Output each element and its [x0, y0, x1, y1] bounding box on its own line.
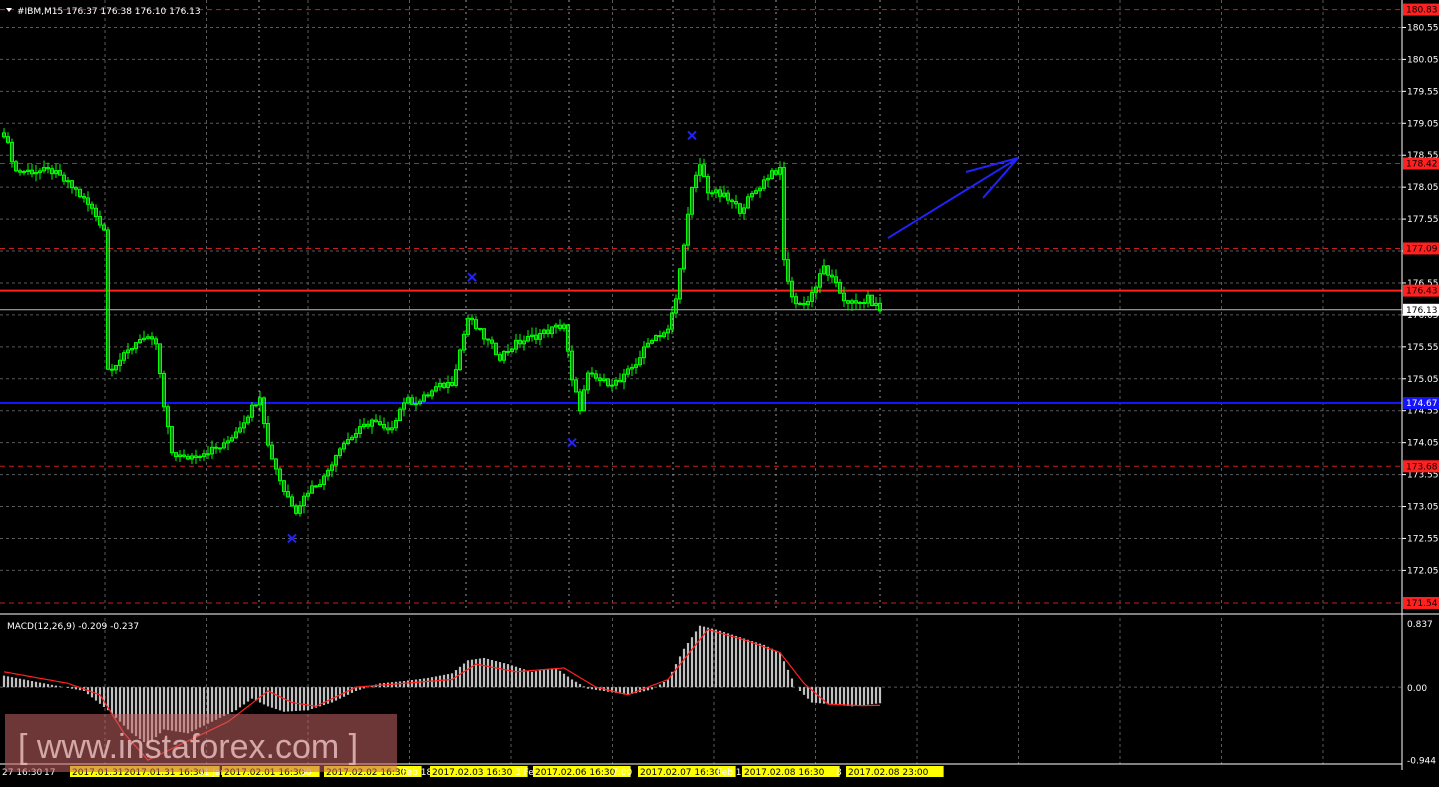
price-tag-label: 174.67: [1406, 399, 1438, 409]
macd-tick-label: -0.944: [1407, 757, 1436, 767]
price-tick-label: 172.05: [1407, 566, 1439, 576]
chart-canvas[interactable]: 0.837 0.00 -0.944 180.55 180.05 179.55 179.05…: [0, 0, 1439, 783]
time-label: 2017.02.06 16:30: [535, 768, 616, 778]
candle-body: [206, 453, 210, 456]
candle-body: [486, 338, 490, 341]
watermark-text: [ www.instaforex.com ]: [18, 728, 358, 766]
price-tick-label: 173.05: [1407, 503, 1439, 513]
candle-body: [658, 335, 662, 338]
price-tag-label: 171.54: [1406, 599, 1438, 609]
trading-chart[interactable]: 0.837 0.00 -0.944 180.55 180.05 179.55 179.05…: [0, 0, 1439, 783]
time-label: 8: [836, 768, 842, 778]
price-tick-label: 175.55: [1407, 343, 1439, 353]
price-tick-label: 175.05: [1407, 375, 1439, 385]
price-tick-label: 180.05: [1407, 55, 1439, 65]
candle-body: [478, 327, 482, 330]
price-tag-label: 176.43: [1406, 287, 1438, 297]
candle-body: [314, 485, 318, 488]
price-tick-label: 179.55: [1407, 87, 1439, 97]
candle-body: [858, 301, 862, 304]
price-tag-label: 173.68: [1406, 462, 1438, 472]
time-label: 2017.02.07 16:30: [640, 768, 721, 778]
price-tag-label: 176.13: [1406, 306, 1438, 316]
candle-body: [214, 446, 218, 449]
candle-body: [610, 384, 614, 387]
time-label: 7:00: [612, 768, 632, 778]
price-tag-label: 180.83: [1406, 6, 1438, 16]
time-label: 2017.02.03 16:30: [432, 768, 513, 778]
candle-body: [798, 302, 802, 305]
time-label: Feb 1: [717, 768, 742, 778]
candle-body: [590, 372, 594, 375]
candle-body: [66, 180, 70, 183]
candle-body: [218, 447, 222, 450]
time-label: 2017.02.08 16:30: [744, 768, 825, 778]
candle-body: [710, 192, 714, 195]
price-tag-label: 178.42: [1406, 160, 1438, 170]
price-tick-label: 178.05: [1407, 183, 1439, 193]
candle-body: [22, 171, 26, 174]
macd-title: MACD(12,26,9) -0.209 -0.237: [7, 622, 139, 632]
time-label: 2017.02.08 23:00: [848, 768, 929, 778]
candle-body: [254, 404, 258, 407]
chart-title: #IBM,M15 176.37 176.38 176.10 176.13: [17, 7, 201, 17]
macd-tick-label: 0.00: [1407, 684, 1427, 694]
price-tag-label: 177.09: [1406, 244, 1438, 254]
price-tick-label: 174.05: [1407, 439, 1439, 449]
candle-body: [110, 368, 114, 371]
candle-body: [414, 403, 418, 406]
price-tick-label: 177.55: [1407, 215, 1439, 225]
price-tick-label: 172.55: [1407, 534, 1439, 544]
candle-body: [862, 301, 866, 304]
price-tick-label: 180.55: [1407, 23, 1439, 33]
macd-tick-label: 0.837: [1407, 620, 1433, 630]
candle-body: [506, 350, 510, 353]
watermark: [ www.instaforex.com ]: [5, 714, 397, 772]
price-tick-label: 179.05: [1407, 119, 1439, 129]
